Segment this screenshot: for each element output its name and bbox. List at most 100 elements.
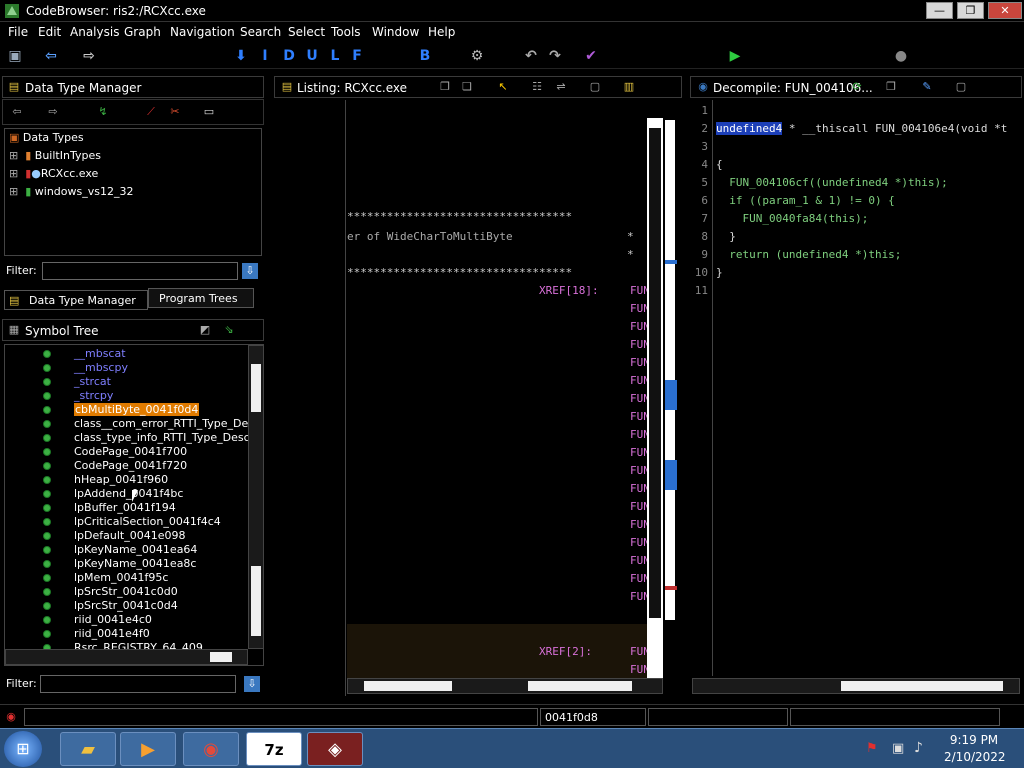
listing-xref-fun[interactable]: FUN — [630, 446, 647, 459]
clock-date[interactable]: 2/10/2022 — [944, 750, 1006, 764]
symbol-item[interactable]: lpBuffer_0041f194 — [74, 501, 176, 514]
filter-options-icon[interactable]: ⇩ — [242, 263, 258, 279]
decompile-line-8[interactable]: } — [716, 230, 736, 243]
snapshot-icon[interactable]: ▢ — [587, 79, 603, 95]
symbol-item[interactable]: lpDefault_0041e098 — [74, 529, 186, 542]
edit-fields-icon[interactable]: ☷ — [529, 79, 545, 95]
decompile-line-4[interactable]: { — [716, 158, 723, 171]
symbol-vscroll-thumb[interactable] — [251, 364, 261, 412]
next-instruction-icon[interactable]: ⬇ — [232, 47, 250, 65]
return-type-token[interactable]: undefined4 — [716, 122, 783, 135]
symbol-item[interactable]: lpSrcStr_0041c0d0 — [74, 585, 178, 598]
tree-item-builtin[interactable]: ⊞ ▮ BuiltInTypes — [9, 149, 101, 163]
symbol-item[interactable]: hHeap_0041f960 — [74, 473, 168, 486]
listing-xref-fun[interactable]: FUN — [630, 410, 647, 423]
listing-vscrollbar[interactable] — [647, 118, 663, 678]
media-player-taskbar-icon[interactable]: ▶ — [120, 732, 176, 766]
create-label-icon[interactable]: ◩ — [197, 322, 213, 338]
close-button[interactable]: ✕ — [988, 2, 1022, 19]
listing-xref-fun[interactable]: FUN — [630, 374, 647, 387]
listing-xref-fun[interactable]: FUN — [630, 392, 647, 405]
menu-search[interactable]: Search — [240, 25, 281, 39]
listing-xref-fun[interactable]: FUN — [630, 464, 647, 477]
next-instruction-letter[interactable]: I — [256, 47, 274, 65]
listing-fun-xref2b[interactable]: FUN — [630, 663, 647, 676]
symbol-item[interactable]: lpKeyName_0041ea8c — [74, 557, 196, 570]
maximize-button[interactable]: ❐ — [957, 2, 984, 19]
next-function-letter[interactable]: F — [348, 47, 366, 65]
listing-xref-fun[interactable]: FUN — [630, 284, 647, 297]
next-bookmark-letter[interactable]: B — [416, 47, 434, 65]
chrome-taskbar-icon[interactable]: ◉ — [183, 732, 239, 766]
undo-icon[interactable]: ↶ — [522, 47, 540, 65]
refresh-icon[interactable]: ⟳ — [849, 79, 865, 95]
tree-item-rcxcc[interactable]: ⊞ ▮●RCXcc.exe — [9, 167, 98, 181]
decompile-line-10[interactable]: } — [716, 266, 723, 279]
decompile-line-9[interactable]: return (undefined4 *)this; — [716, 248, 901, 261]
paste-icon[interactable]: ❏ — [459, 79, 475, 95]
run-icon[interactable]: ▶ — [726, 47, 744, 65]
start-button-icon[interactable]: ⊞ — [4, 731, 42, 767]
save-icon[interactable]: ▣ — [6, 47, 24, 65]
symbol-item[interactable]: __mbscat — [74, 347, 126, 360]
listing-fun-xref2[interactable]: FUN — [630, 645, 647, 658]
clock-time[interactable]: 9:19 PM — [948, 733, 1000, 747]
cursor-mode-icon[interactable]: ↖ — [495, 79, 511, 95]
flag-icon[interactable]: ⚑ — [866, 741, 878, 756]
snapshot-icon[interactable]: ▢ — [953, 79, 969, 95]
listing-xref-fun[interactable]: FUN — [630, 554, 647, 567]
symbol-item[interactable]: CodePage_0041f720 — [74, 459, 187, 472]
help-bubble-icon[interactable]: ● — [892, 47, 910, 65]
symbol-item[interactable]: lpCriticalSection_0041f4c4 — [74, 515, 221, 528]
copy-icon[interactable]: ❐ — [883, 79, 899, 95]
filter-slash-icon[interactable]: ⟋ — [143, 104, 159, 120]
back-arrow-icon[interactable]: ⇦ — [9, 104, 25, 120]
forward-arrow-icon[interactable]: ⇨ — [80, 47, 98, 65]
menu-select[interactable]: Select — [288, 25, 325, 39]
menu-file[interactable]: File — [8, 25, 28, 39]
listing-hscroll-thumb[interactable] — [364, 681, 452, 691]
listing-xref-fun[interactable]: FUN — [630, 482, 647, 495]
symbol-item[interactable]: lpMem_0041f95c — [74, 571, 168, 584]
listing-xref-fun[interactable]: FUN — [630, 536, 647, 549]
menu-analysis[interactable]: Analysis — [70, 25, 119, 39]
symbol-item[interactable]: lpKeyName_0041ea64 — [74, 543, 197, 556]
decompile-line-2[interactable]: undefined4 * __thiscall FUN_004106e4(voi… — [716, 122, 1007, 135]
network-icon[interactable]: ▣ — [892, 741, 904, 756]
dtm-filter-input[interactable] — [42, 262, 238, 280]
next-undefined-letter[interactable]: U — [303, 47, 321, 65]
decompile-hscrollbar[interactable] — [692, 678, 1020, 694]
filter-options-icon[interactable]: ⇩ — [244, 676, 260, 692]
menu-graph[interactable]: Graph — [124, 25, 161, 39]
listing-xref-1[interactable]: XREF[18]: — [539, 284, 599, 297]
listing-xref-fun[interactable]: FUN — [630, 356, 647, 369]
menu-navigation[interactable]: Navigation — [170, 25, 235, 39]
symbol-item[interactable]: CodePage_0041f700 — [74, 445, 187, 458]
copy-icon[interactable]: ❐ — [437, 79, 453, 95]
listing-xref-fun[interactable]: FUN — [630, 320, 647, 333]
menu-edit[interactable]: Edit — [38, 25, 61, 39]
volume-icon[interactable]: ♪ — [914, 740, 923, 756]
decompile-line-7[interactable]: FUN_0040fa84(this); — [716, 212, 868, 225]
decompile-line-5[interactable]: FUN_004106cf((undefined4 *)this); — [716, 176, 948, 189]
listing-xref-fun[interactable]: FUN — [630, 572, 647, 585]
next-data-letter[interactable]: D — [280, 47, 298, 65]
namespace-icon[interactable]: ⇘ — [221, 322, 237, 338]
listing-overview-bar[interactable] — [663, 100, 679, 678]
symbol-item[interactable]: lpSrcStr_0041c0d4 — [74, 599, 178, 612]
check-icon[interactable]: ✔ — [582, 47, 600, 65]
arrange-icon[interactable]: ↯ — [95, 104, 111, 120]
symbol-item[interactable]: riid_0041e4f0 — [74, 627, 150, 640]
symbol-item[interactable]: class_type_info_RTTI_Type_Descript — [74, 431, 263, 444]
tab-data-type-manager[interactable]: ▤ Data Type Manager — [4, 290, 148, 310]
edit-signature-icon[interactable]: ✎ — [919, 79, 935, 95]
listing-hscroll-thumb-2[interactable] — [528, 681, 632, 691]
menu-window[interactable]: Window — [372, 25, 419, 39]
window-icon[interactable]: ▭ — [201, 104, 217, 120]
symbol-item[interactable]: lpAddend_0041f4bc — [74, 487, 183, 500]
symbol-item[interactable]: _strcat — [74, 375, 111, 388]
decompile-line-6[interactable]: if ((param_1 & 1) != 0) { — [716, 194, 895, 207]
listing-xref-fun[interactable]: FUN — [630, 500, 647, 513]
listing-xref-fun[interactable]: FUN — [630, 590, 647, 603]
listing-xref-fun[interactable]: FUN — [630, 338, 647, 351]
